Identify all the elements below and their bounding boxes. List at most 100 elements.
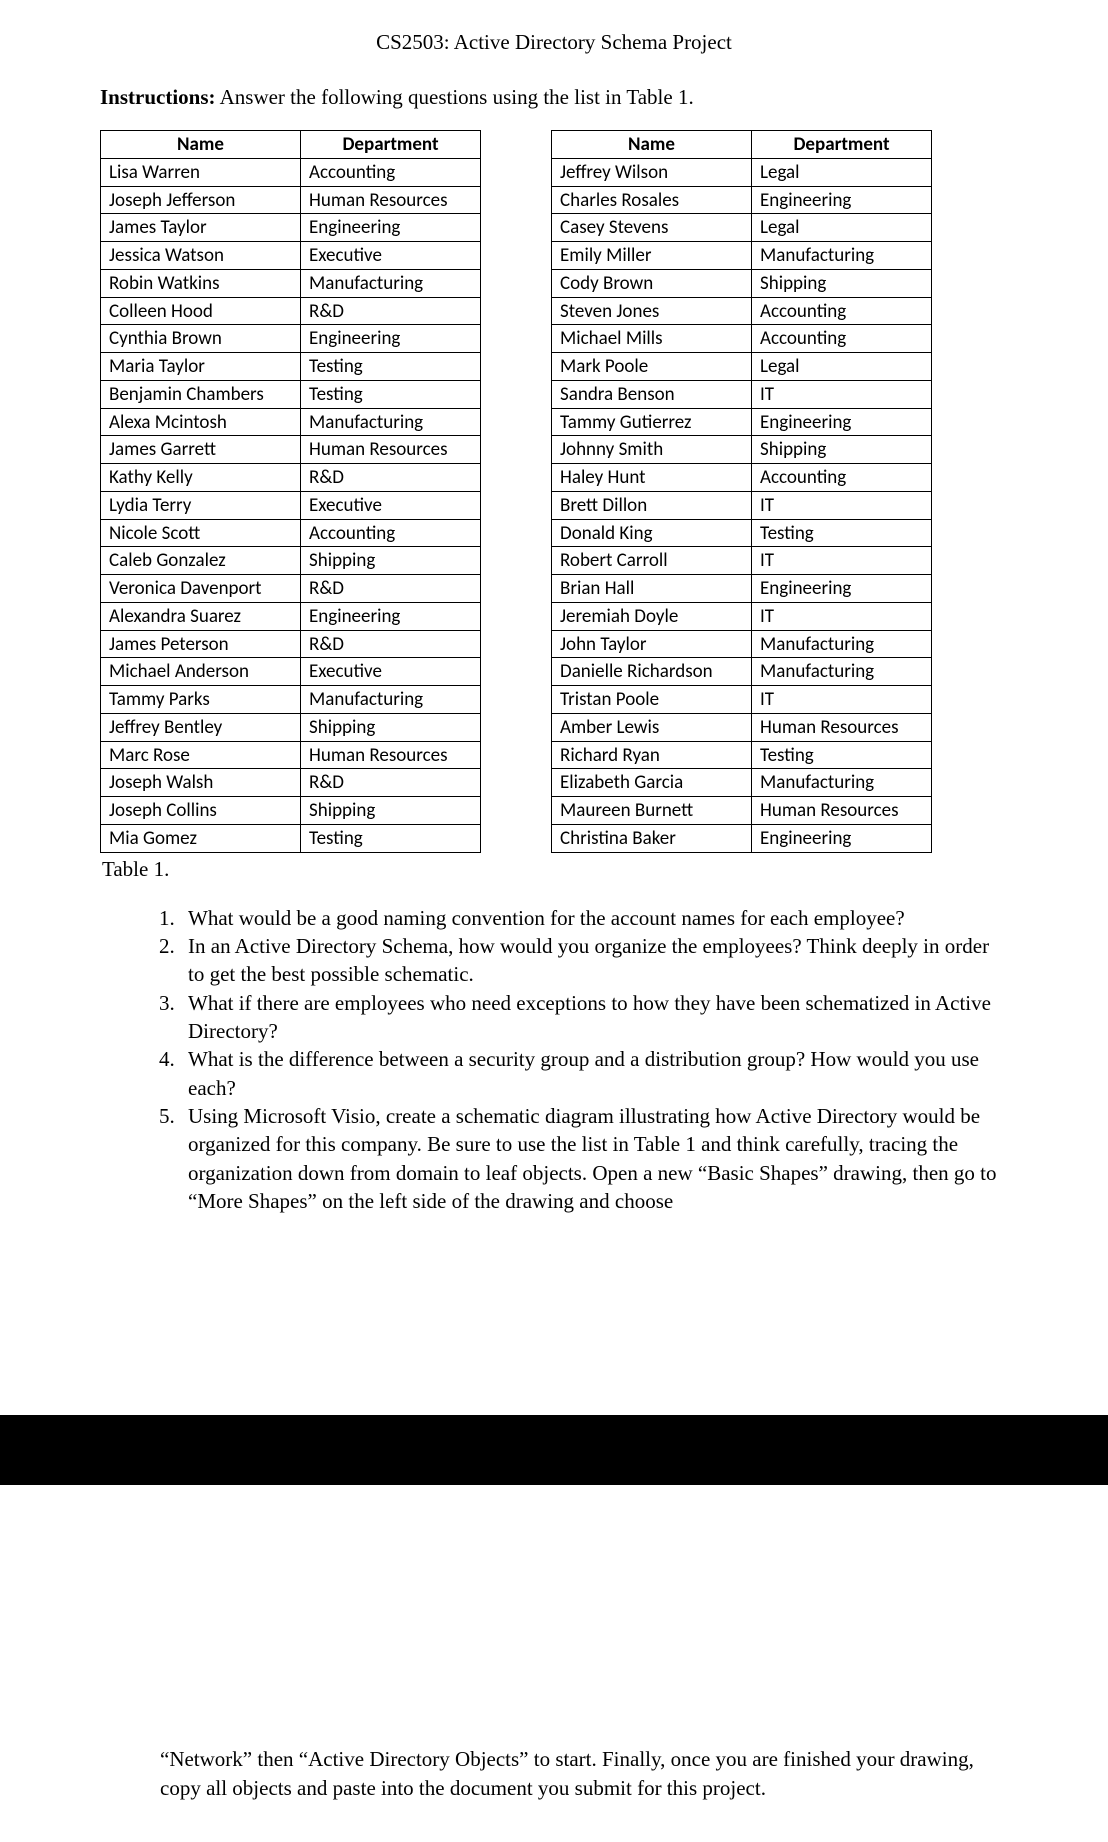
cell-name: Brian Hall <box>552 575 752 603</box>
employee-table-left: Name Department Lisa Warren Accounting Jos… <box>100 130 481 853</box>
table-row: Alexandra SuarezEngineering <box>101 602 481 630</box>
table-header-row: Name Department <box>101 131 481 159</box>
table-row: Kathy KellyR&D <box>101 464 481 492</box>
question-5-continuation: “Network” then “Active Directory Objects… <box>160 1745 1008 1802</box>
cell-dept: Accounting <box>752 297 932 325</box>
cell-dept: Engineering <box>301 602 481 630</box>
cell-name: Caleb Gonzalez <box>101 547 301 575</box>
cell-dept: Testing <box>301 380 481 408</box>
cell-name: Lydia Terry <box>101 491 301 519</box>
cell-dept: R&D <box>301 769 481 797</box>
cell-name: Alexandra Suarez <box>101 602 301 630</box>
cell-name: Jeffrey Wilson <box>552 158 752 186</box>
table-row: Michael AndersonExecutive <box>101 658 481 686</box>
tables-container: Name Department Lisa Warren Accounting Jos… <box>100 130 1008 853</box>
cell-dept: Testing <box>301 824 481 852</box>
cell-name: Elizabeth Garcia <box>552 769 752 797</box>
cell-name: Veronica Davenport <box>101 575 301 603</box>
page-title: CS2503: Active Directory Schema Project <box>100 30 1008 55</box>
table-row: Nicole ScottAccounting <box>101 519 481 547</box>
table-row: Benjamin ChambersTesting <box>101 380 481 408</box>
cell-dept: Manufacturing <box>752 630 932 658</box>
cell-name: Lisa Warren <box>101 158 301 186</box>
cell-dept: Manufacturing <box>752 242 932 270</box>
cell-name: Robert Carroll <box>552 547 752 575</box>
table-row: Richard RyanTesting <box>552 741 932 769</box>
question-item: What is the difference between a securit… <box>180 1045 1008 1102</box>
cell-dept: Legal <box>752 353 932 381</box>
cell-name: Tristan Poole <box>552 686 752 714</box>
cell-dept: Testing <box>752 519 932 547</box>
cell-name: Michael Mills <box>552 325 752 353</box>
table-row: Maria TaylorTesting <box>101 353 481 381</box>
cell-name: Robin Watkins <box>101 269 301 297</box>
table-row: Jessica WatsonExecutive <box>101 242 481 270</box>
cell-name: Cynthia Brown <box>101 325 301 353</box>
col-header-name: Name <box>552 131 752 159</box>
table-row: Emily MillerManufacturing <box>552 242 932 270</box>
table-row: Amber LewisHuman Resources <box>552 713 932 741</box>
cell-name: Haley Hunt <box>552 464 752 492</box>
cell-name: Mia Gomez <box>101 824 301 852</box>
cell-name: Brett Dillon <box>552 491 752 519</box>
table-row: Tammy ParksManufacturing <box>101 686 481 714</box>
cell-name: James Garrett <box>101 436 301 464</box>
cell-name: Maureen Burnett <box>552 797 752 825</box>
cell-dept: Legal <box>752 158 932 186</box>
table-row: Joseph WalshR&D <box>101 769 481 797</box>
table-row: Christina BakerEngineering <box>552 824 932 852</box>
table-header-row: Name Department <box>552 131 932 159</box>
cell-dept: R&D <box>301 630 481 658</box>
questions-list: What would be a good naming convention f… <box>100 904 1008 1216</box>
cell-dept: Shipping <box>301 797 481 825</box>
table-row: Robert CarrollIT <box>552 547 932 575</box>
col-header-dept: Department <box>301 131 481 159</box>
table-row: Colleen HoodR&D <box>101 297 481 325</box>
cell-dept: Manufacturing <box>752 769 932 797</box>
cell-name: Tammy Parks <box>101 686 301 714</box>
cell-dept: Accounting <box>301 519 481 547</box>
cell-name: Christina Baker <box>552 824 752 852</box>
cell-name: Tammy Gutierrez <box>552 408 752 436</box>
table-row: Joseph JeffersonHuman Resources <box>101 186 481 214</box>
table-row: Brian HallEngineering <box>552 575 932 603</box>
cell-name: Jeremiah Doyle <box>552 602 752 630</box>
cell-dept: IT <box>752 547 932 575</box>
cell-name: Cody Brown <box>552 269 752 297</box>
question-item: What would be a good naming convention f… <box>180 904 1008 932</box>
cell-name: Colleen Hood <box>101 297 301 325</box>
cell-name: John Taylor <box>552 630 752 658</box>
question-item: What if there are employees who need exc… <box>180 989 1008 1046</box>
table-row: Marc RoseHuman Resources <box>101 741 481 769</box>
table-row: Caleb GonzalezShipping <box>101 547 481 575</box>
cell-name: Jeffrey Bentley <box>101 713 301 741</box>
cell-name: James Taylor <box>101 214 301 242</box>
cell-dept: Executive <box>301 491 481 519</box>
cell-name: James Peterson <box>101 630 301 658</box>
table-row: Donald KingTesting <box>552 519 932 547</box>
cell-dept: R&D <box>301 464 481 492</box>
cell-dept: Executive <box>301 242 481 270</box>
cell-dept: Accounting <box>752 464 932 492</box>
table-row: Veronica DavenportR&D <box>101 575 481 603</box>
instructions-label: Instructions: <box>100 85 216 109</box>
cell-dept: Shipping <box>752 269 932 297</box>
table-row: Casey StevensLegal <box>552 214 932 242</box>
cell-dept: Engineering <box>752 408 932 436</box>
table-row: James PetersonR&D <box>101 630 481 658</box>
table-row: Sandra BensonIT <box>552 380 932 408</box>
cell-dept: Testing <box>301 353 481 381</box>
table-row: Joseph CollinsShipping <box>101 797 481 825</box>
cell-name: Casey Stevens <box>552 214 752 242</box>
cell-name: Joseph Collins <box>101 797 301 825</box>
cell-dept: Human Resources <box>752 713 932 741</box>
cell-name: Jessica Watson <box>101 242 301 270</box>
cell-name: Donald King <box>552 519 752 547</box>
table-row: Jeffrey WilsonLegal <box>552 158 932 186</box>
table-row: Haley HuntAccounting <box>552 464 932 492</box>
table-row: Mark PooleLegal <box>552 353 932 381</box>
table-row: Mia GomezTesting <box>101 824 481 852</box>
cell-dept: Shipping <box>301 713 481 741</box>
cell-dept: Shipping <box>301 547 481 575</box>
cell-dept: IT <box>752 491 932 519</box>
